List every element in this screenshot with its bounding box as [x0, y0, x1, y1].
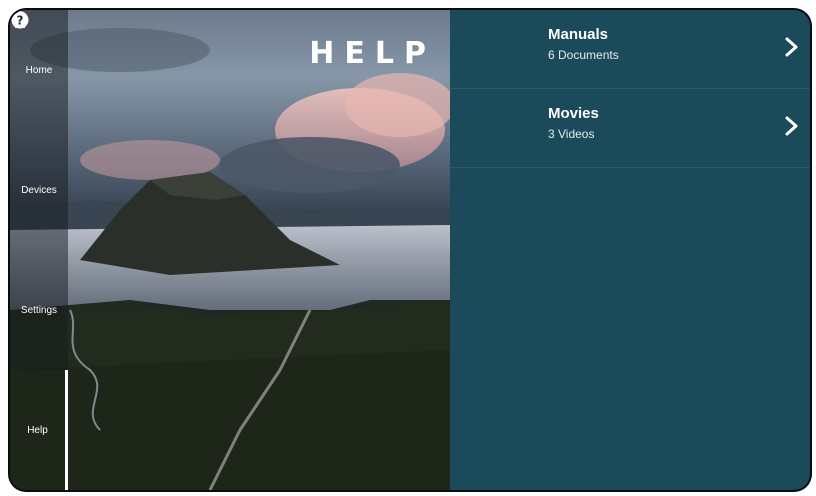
- menu-item-manuals[interactable]: Manuals 6 Documents: [450, 10, 810, 89]
- svg-text:?: ?: [17, 14, 24, 28]
- landscape-illustration: [10, 28, 450, 490]
- sidebar-item-label: Help: [27, 424, 48, 436]
- sidebar-item-devices[interactable]: Devices: [10, 11, 68, 250]
- hero-landscape-image: HELP Home Devices Settings ? Help: [10, 10, 450, 490]
- sidebar-item-label: Settings: [20, 304, 58, 316]
- chevron-right-icon: [785, 37, 798, 57]
- sidebar-item-label: Devices: [21, 184, 57, 196]
- device-frame: HELP Home Devices Settings ? Help Manual…: [10, 10, 810, 490]
- question-icon: ?: [11, 11, 29, 29]
- help-screen: HELP Home Devices Settings ? Help Manual…: [10, 10, 810, 490]
- menu-item-subtitle: 6 Documents: [548, 48, 619, 62]
- sidebar-item-help[interactable]: ? Help: [10, 11, 68, 490]
- menu-item-title: Movies: [548, 105, 599, 122]
- chevron-right-icon: [785, 116, 798, 136]
- sidebar-item-settings[interactable]: Settings: [10, 11, 68, 370]
- page-title: HELP: [309, 36, 436, 71]
- help-menu-panel: Manuals 6 Documents Movies 3 Videos: [450, 10, 810, 490]
- menu-item-movies[interactable]: Movies 3 Videos: [450, 89, 810, 168]
- sidebar-nav: Home Devices Settings ? Help: [10, 10, 68, 490]
- menu-item-subtitle: 3 Videos: [548, 127, 595, 141]
- sidebar-item-label: Home: [25, 64, 53, 76]
- menu-item-title: Manuals: [548, 26, 609, 43]
